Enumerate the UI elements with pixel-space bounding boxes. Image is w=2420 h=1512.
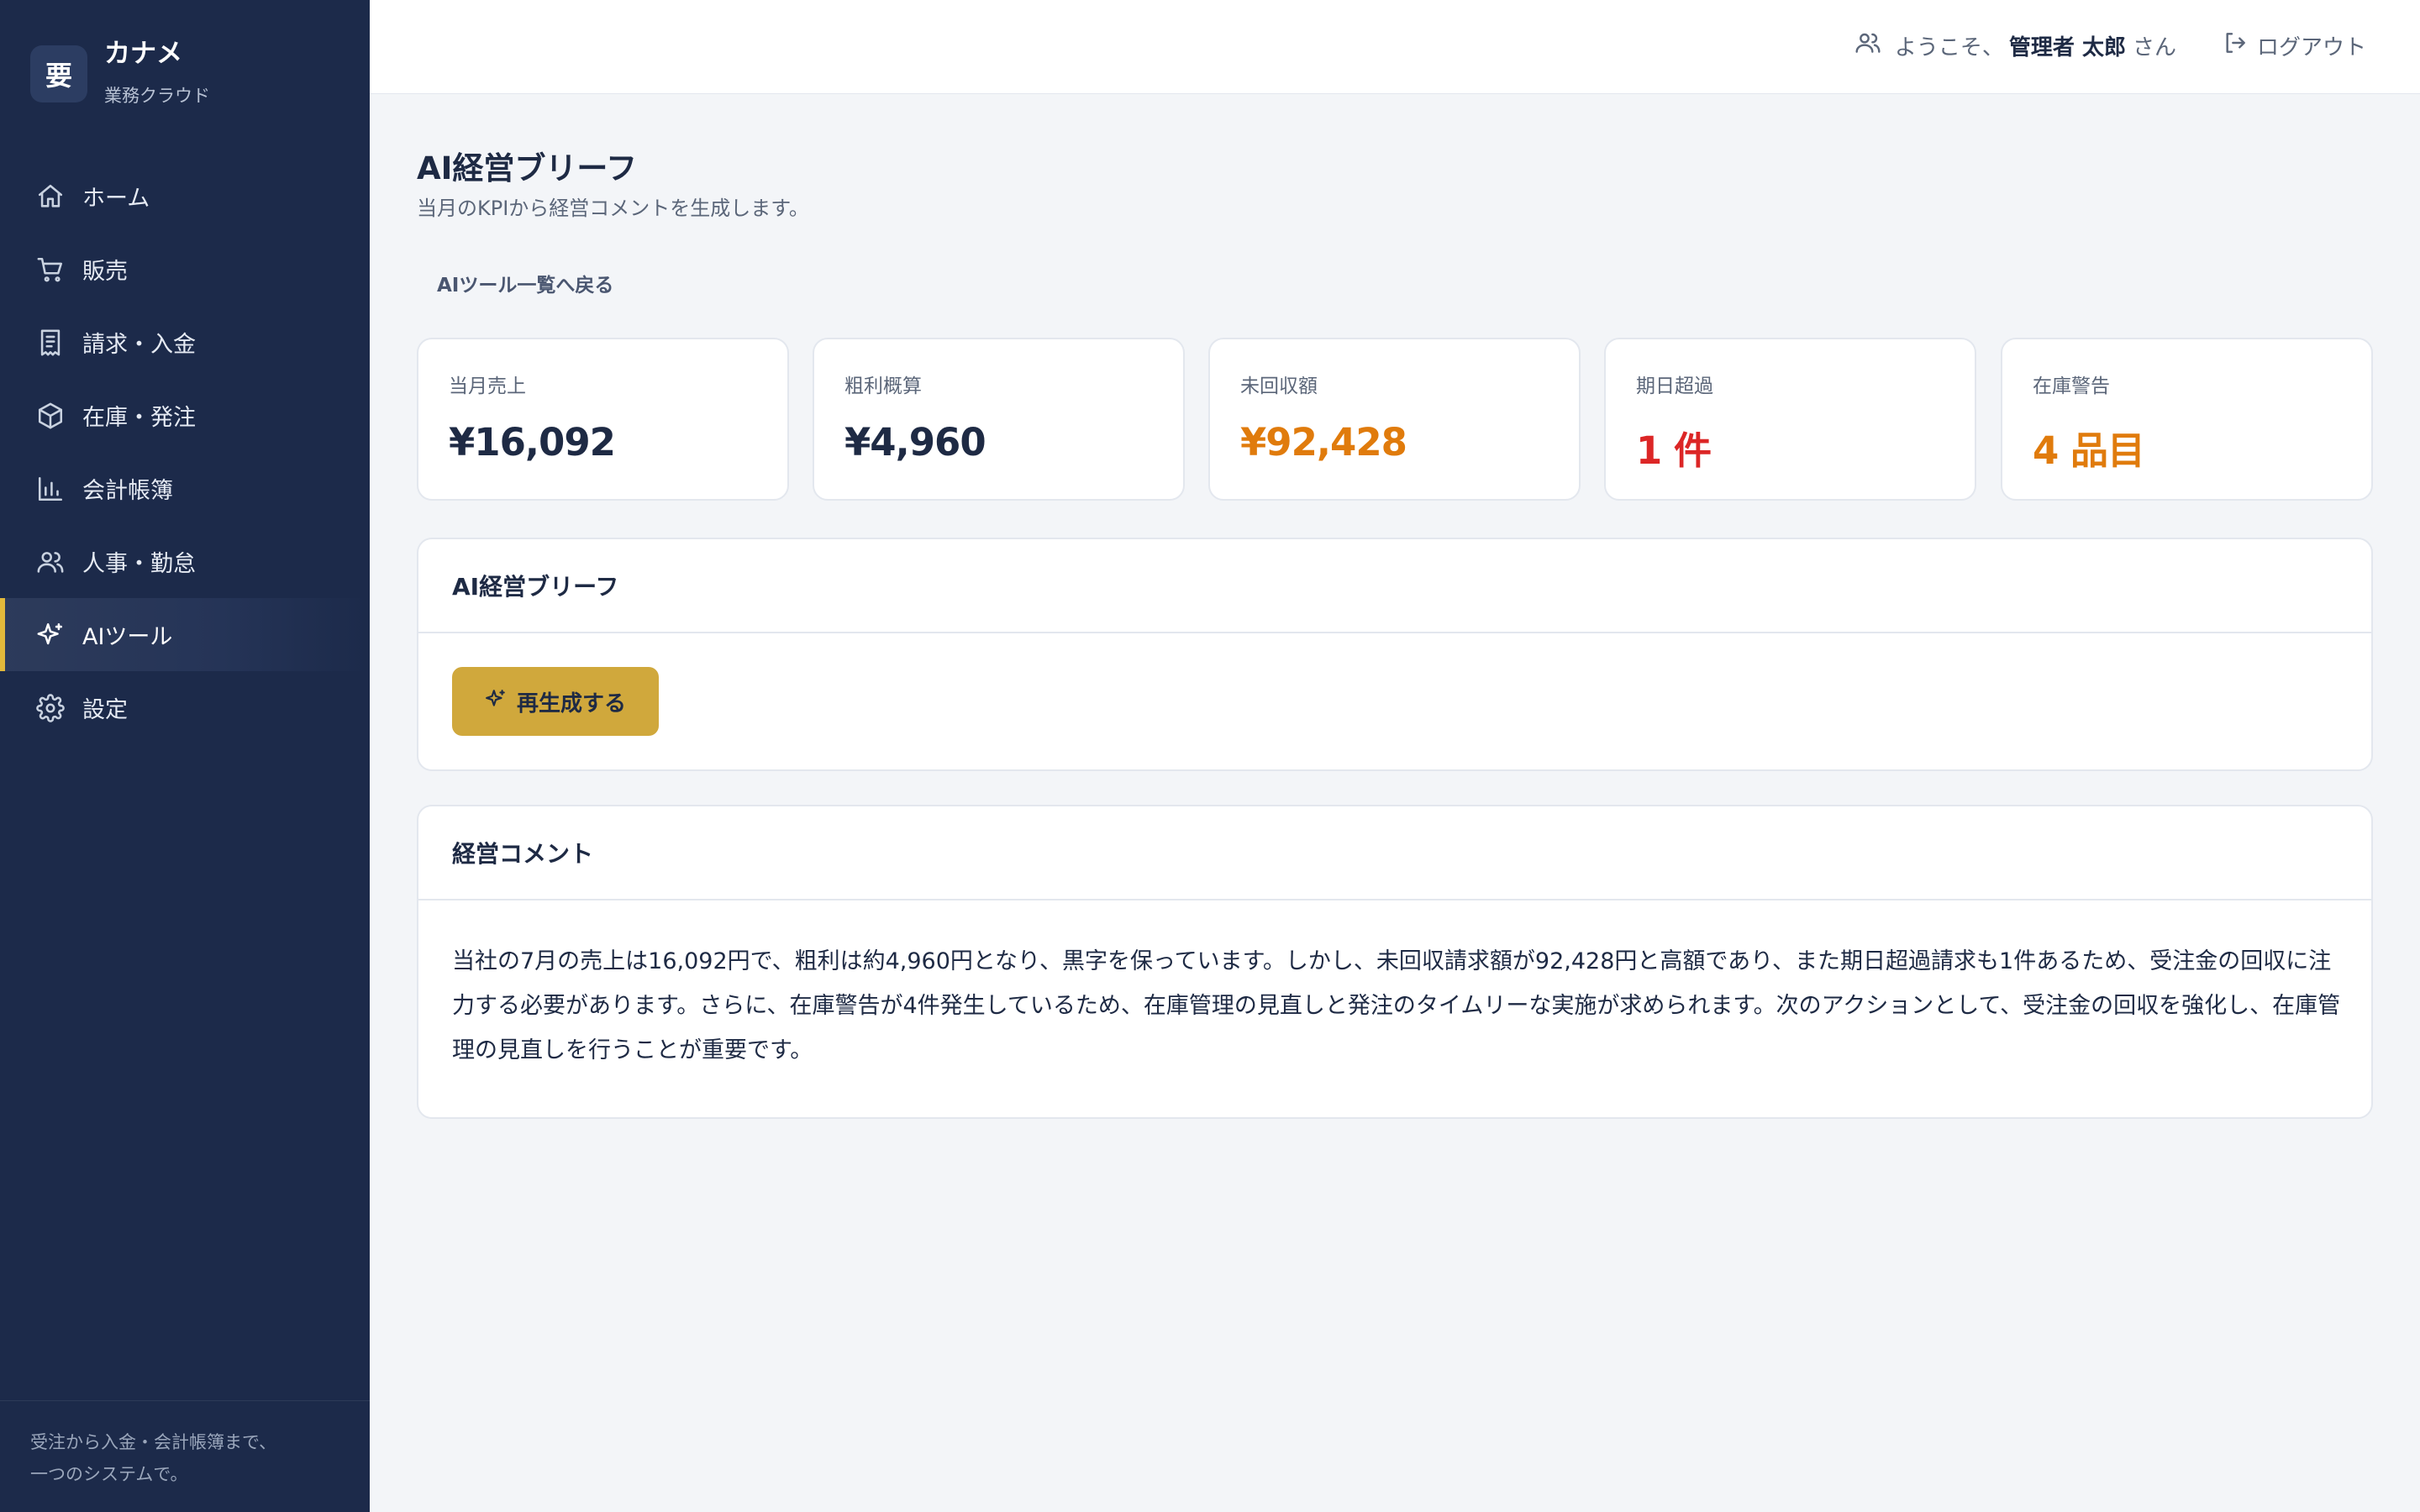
kpi-label: 粗利概算 <box>844 375 922 397</box>
kpi-label: 在庫警告 <box>2033 375 2110 397</box>
page-subtitle: 当月のKPIから経営コメントを生成します。 <box>417 197 809 220</box>
brand-subtitle: 業務クラウド <box>104 86 210 106</box>
back-to-ai-tools-link[interactable]: AIツール一覧へ戻る <box>437 269 613 297</box>
sidebar-nav: ホーム 販売 請求・入金 在庫・発注 会計帳簿 人事・勤怠 AIツール 設定 <box>0 160 370 744</box>
receipt-icon <box>35 328 66 358</box>
welcome-suffix: さん <box>2132 34 2176 60</box>
kpi-label: 期日超過 <box>1636 375 1713 397</box>
sidebar-item-billing[interactable]: 請求・入金 <box>0 306 370 379</box>
kpi-label: 未回収額 <box>1240 375 1318 397</box>
gear-icon <box>35 693 66 723</box>
ai-brief-card: AI経営ブリーフ 再生成する <box>417 538 2373 771</box>
sidebar-item-hr[interactable]: 人事・勤怠 <box>0 525 370 598</box>
sidebar-item-label: 人事・勤怠 <box>82 551 196 577</box>
sidebar-item-sales[interactable]: 販売 <box>0 233 370 306</box>
sidebar-footer: 受注から入金・会計帳簿まで、 一つのシステムで。 <box>0 1400 370 1512</box>
kpi-value: 4 品目 <box>2033 428 2145 473</box>
kpi-card-gross-profit: 粗利概算 ¥4,960 <box>813 338 1185 501</box>
kpi-card-stock-warning: 在庫警告 4 品目 <box>2001 338 2373 501</box>
management-comment-card: 経営コメント 当社の7月の売上は16,092円で、粗利は約4,960円となり、黒… <box>417 805 2373 1119</box>
kpi-card-monthly-sales: 当月売上 ¥16,092 <box>417 338 789 501</box>
kpi-label: 当月売上 <box>449 375 526 397</box>
regenerate-label: 再生成する <box>516 690 626 717</box>
box-icon <box>35 401 66 431</box>
brand-text: カナメ 業務クラウド <box>104 37 210 108</box>
brand[interactable]: 要 カナメ 業務クラウド <box>30 37 210 108</box>
logout-button[interactable]: ログアウト <box>2222 29 2366 62</box>
kpi-value: 1 件 <box>1636 428 1712 473</box>
sparkle-icon <box>35 620 66 650</box>
user-name: 管理者 太郎 <box>2008 34 2126 60</box>
logout-label: ログアウト <box>2256 34 2366 60</box>
sidebar-item-label: ホーム <box>82 186 150 212</box>
sidebar: 要 カナメ 業務クラウド ホーム 販売 請求・入金 在庫・発注 会計帳簿 人事・… <box>0 0 370 1512</box>
sidebar-item-label: 在庫・発注 <box>82 405 196 431</box>
kpi-cards: 当月売上 ¥16,092 粗利概算 ¥4,960 未回収額 ¥92,428 期日… <box>417 338 2373 501</box>
cart-icon <box>35 255 66 285</box>
sparkle-icon <box>485 688 517 716</box>
kpi-card-overdue: 期日超過 1 件 <box>1604 338 1976 501</box>
kpi-value: ¥4,960 <box>844 420 986 465</box>
sidebar-item-label: 販売 <box>82 259 128 285</box>
management-comment-body: 当社の7月の売上は16,092円で、粗利は約4,960円となり、黒字を保っていま… <box>452 948 2341 1063</box>
regenerate-button[interactable]: 再生成する <box>452 667 659 736</box>
management-comment-title: 経営コメント <box>418 806 2371 900</box>
sidebar-item-accounting[interactable]: 会計帳簿 <box>0 452 370 525</box>
sidebar-item-ai-tools[interactable]: AIツール <box>0 598 370 671</box>
sidebar-item-label: 設定 <box>82 697 128 723</box>
sidebar-footer-line1: 受注から入金・会計帳簿まで、 <box>30 1432 277 1452</box>
bar-chart-icon <box>35 474 66 504</box>
page-title: AI経営ブリーフ <box>417 150 638 186</box>
welcome-message: ようこそ、 管理者 太郎 さん <box>1854 29 2176 62</box>
logout-icon <box>2222 29 2257 62</box>
kpi-value: ¥16,092 <box>449 420 616 465</box>
home-icon <box>35 181 66 212</box>
brand-name: カナメ <box>104 39 182 69</box>
sidebar-item-label: 会計帳簿 <box>82 478 173 504</box>
welcome-prefix: ようこそ、 <box>1894 34 2004 60</box>
top-bar: ようこそ、 管理者 太郎 さん ログアウト <box>370 0 2420 94</box>
ai-brief-card-title: AI経営ブリーフ <box>418 539 2371 633</box>
sidebar-item-settings[interactable]: 設定 <box>0 671 370 744</box>
sidebar-item-label: 請求・入金 <box>82 332 196 358</box>
user-icon <box>1854 29 1895 62</box>
users-icon <box>35 547 66 577</box>
sidebar-item-label: AIツール <box>82 624 173 650</box>
kpi-value: ¥92,428 <box>1240 420 1407 465</box>
kpi-card-uncollected: 未回収額 ¥92,428 <box>1208 338 1581 501</box>
sidebar-item-home[interactable]: ホーム <box>0 160 370 233</box>
sidebar-footer-line2: 一つのシステムで。 <box>30 1464 188 1484</box>
sidebar-item-inventory[interactable]: 在庫・発注 <box>0 379 370 452</box>
brand-logo: 要 <box>30 45 87 102</box>
